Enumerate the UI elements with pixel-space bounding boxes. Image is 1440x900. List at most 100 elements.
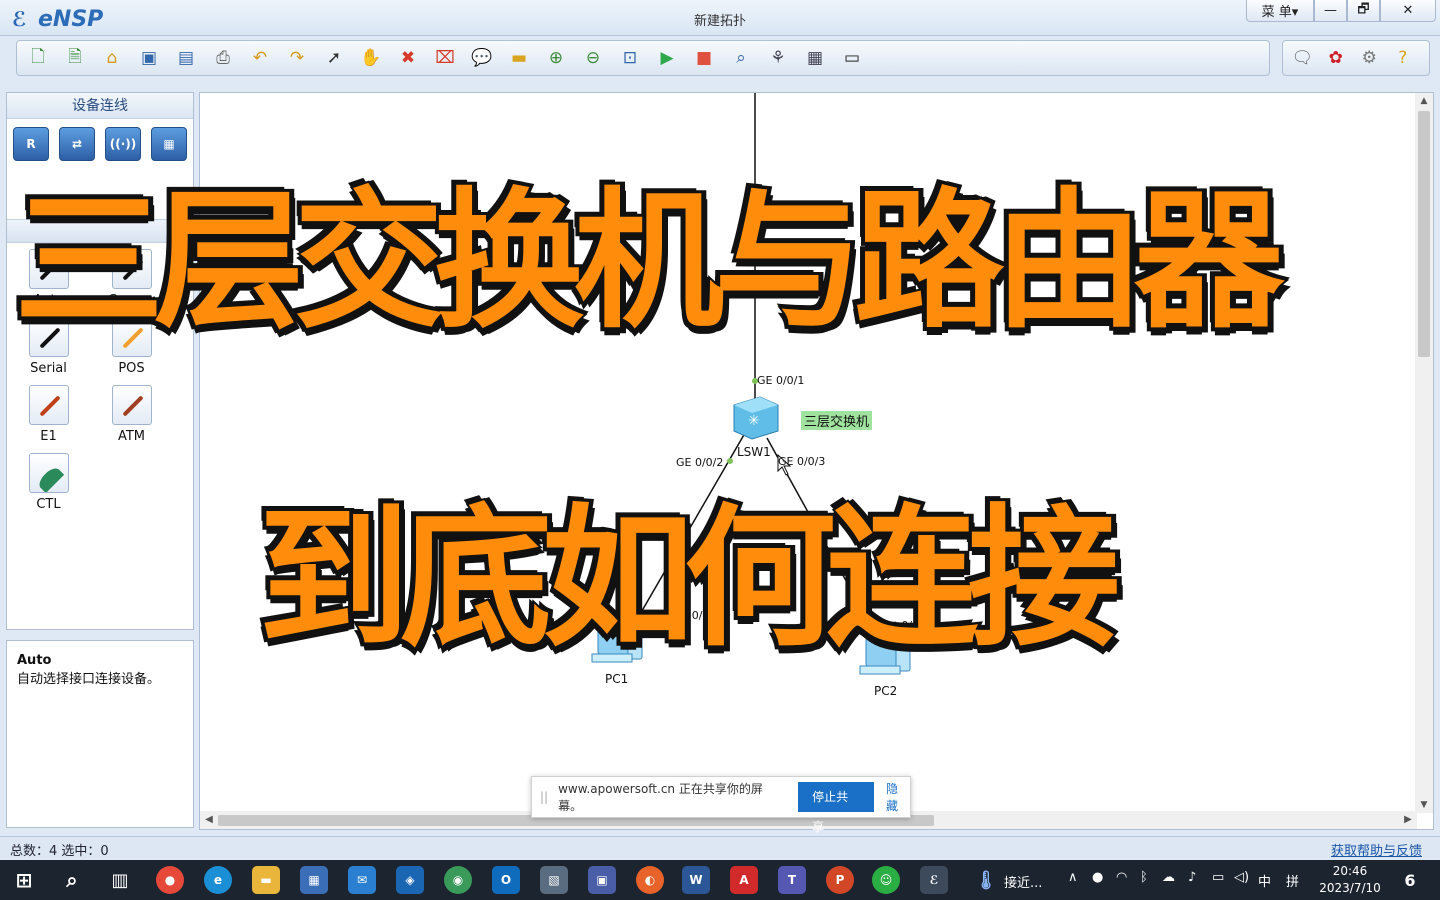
help-icon[interactable]: ? xyxy=(1390,44,1417,72)
fit-view-icon[interactable]: ⊡ xyxy=(615,44,645,72)
remote-icon[interactable]: ▣ xyxy=(588,866,616,894)
info-panel: Auto 自动选择接口连接设备。 xyxy=(6,640,194,828)
powerpoint-icon[interactable]: P xyxy=(826,866,854,894)
settings-icon[interactable]: ⚙ xyxy=(1356,44,1383,72)
capture-icon[interactable]: ⌕ xyxy=(726,44,756,72)
chat-icon[interactable]: 🗨 xyxy=(1289,44,1316,72)
delete-icon[interactable]: ✖ xyxy=(393,44,423,72)
ensp-window: ℰ eNSP 新建拓扑 菜 单▾ — 🗗 ✕ 🗋 🗎 ⌂ ▣ ▤ ⎙ ↶ ↷ ➚… xyxy=(0,0,1440,900)
chrome-icon[interactable]: ● xyxy=(156,866,184,894)
ime-indicator[interactable]: 中 xyxy=(1258,871,1271,890)
volume-icon[interactable]: ◁) xyxy=(1234,870,1249,885)
undo-icon[interactable]: ↶ xyxy=(245,44,275,72)
task-view-icon[interactable]: ▥ xyxy=(106,866,134,894)
delete-link-icon[interactable]: ⌧ xyxy=(430,44,460,72)
outlook-icon[interactable]: O xyxy=(492,866,520,894)
right-toolbar: 🗨 ✿ ⚙ ? xyxy=(1282,40,1430,76)
new-blank-icon[interactable]: 🗎 xyxy=(60,44,90,72)
cable-e1[interactable]: E1 xyxy=(7,385,90,445)
zoom-out-icon[interactable]: ⊖ xyxy=(578,44,608,72)
firefox-icon[interactable]: ◐ xyxy=(636,866,664,894)
start-icon[interactable]: ▶ xyxy=(652,44,682,72)
acrobat-icon[interactable]: A xyxy=(730,866,758,894)
edge-icon[interactable]: e xyxy=(204,866,232,894)
xbox-icon[interactable]: ◉ xyxy=(444,866,472,894)
scroll-up-icon[interactable]: ▲ xyxy=(1415,93,1433,109)
share-message: www.apowersoft.cn 正在共享你的屏幕。 xyxy=(558,782,763,813)
scroll-right-icon[interactable]: ▶ xyxy=(1399,811,1417,829)
windows-taskbar: ⊞ ⌕ ▥ ● e ▬ ▦ ✉ ◈ ◉ O ▧ ▣ ◐ W A T P ☺ ℰ … xyxy=(0,860,1440,900)
clock-date: 2023/7/10 xyxy=(1319,881,1381,895)
new-topology-icon[interactable]: 🗋 xyxy=(23,44,53,72)
wifi-icon[interactable]: ◠ xyxy=(1116,870,1127,885)
stop-sharing-button[interactable]: 停止共享 xyxy=(798,782,875,834)
minimize-button[interactable]: — xyxy=(1314,0,1347,22)
switch-lsw1-icon: ✳ xyxy=(733,396,779,440)
store-icon[interactable]: ▦ xyxy=(300,866,328,894)
main-toolbar: 🗋 🗎 ⌂ ▣ ▤ ⎙ ↶ ↷ ➚ ✋ ✖ ⌧ 💬 ▬ ⊕ ⊖ ⊡ ▶ ■ ⌕ … xyxy=(16,40,1270,76)
word-icon[interactable]: W xyxy=(682,866,710,894)
window-title: 新建拓扑 xyxy=(693,14,746,29)
menu-button[interactable]: 菜 单▾ xyxy=(1246,0,1314,22)
weather-text[interactable]: 接近... xyxy=(1004,872,1042,891)
cli-icon[interactable]: ▭ xyxy=(837,44,867,72)
redo-icon[interactable]: ↷ xyxy=(282,44,312,72)
info-title: Auto xyxy=(17,653,52,668)
vertical-scroll-thumb[interactable] xyxy=(1418,111,1430,357)
vertical-scrollbar[interactable]: ▲ ▼ xyxy=(1415,93,1433,813)
save-as-icon[interactable]: ▤ xyxy=(171,44,201,72)
scroll-down-icon[interactable]: ▼ xyxy=(1415,797,1433,813)
teams-icon[interactable]: T xyxy=(778,866,806,894)
cloud-icon[interactable]: ☁ xyxy=(1162,870,1175,885)
system-clock[interactable]: 20:46 2023/7/10 xyxy=(1316,863,1384,897)
wechat-tray-icon[interactable]: ● xyxy=(1092,870,1103,885)
scroll-left-icon[interactable]: ◀ xyxy=(200,811,218,829)
print-icon[interactable]: ⎙ xyxy=(208,44,238,72)
cable-label: POS xyxy=(118,361,145,376)
maximize-button[interactable]: 🗗 xyxy=(1347,0,1380,22)
open-icon[interactable]: ⌂ xyxy=(97,44,127,72)
ensp-taskbar-icon[interactable]: ℰ xyxy=(920,866,948,894)
add-rect-icon[interactable]: ▬ xyxy=(504,44,534,72)
search-icon[interactable]: ⌕ xyxy=(58,866,86,894)
zoom-in-icon[interactable]: ⊕ xyxy=(541,44,571,72)
ime-mode[interactable]: 拼 xyxy=(1286,871,1299,890)
save-icon[interactable]: ▣ xyxy=(134,44,164,72)
switch-description-tag[interactable]: 三层交换机 xyxy=(801,411,873,430)
hide-button[interactable]: 隐藏 xyxy=(886,780,910,814)
stop-icon[interactable]: ■ xyxy=(689,44,719,72)
bluetooth-icon[interactable]: ᛒ xyxy=(1140,870,1148,885)
tray-chevron-icon[interactable]: ∧ xyxy=(1068,870,1078,885)
close-button[interactable]: ✕ xyxy=(1380,0,1436,22)
help-feedback-link[interactable]: 获取帮助与反馈 xyxy=(1331,840,1422,859)
grid-icon[interactable]: ▦ xyxy=(800,44,830,72)
mic-icon[interactable]: ♪ xyxy=(1188,870,1196,885)
cable-label: ATM xyxy=(117,429,146,444)
select-icon[interactable]: ➚ xyxy=(319,44,349,72)
e1-cable-icon xyxy=(28,385,69,425)
add-note-icon[interactable]: 💬 xyxy=(467,44,497,72)
wechat-icon[interactable]: ☺ xyxy=(872,866,900,894)
notification-count: 6 xyxy=(1404,870,1416,890)
huawei-icon[interactable]: ✿ xyxy=(1323,44,1350,72)
cable-label: E1 xyxy=(40,429,57,444)
notification-icon[interactable]: 6 xyxy=(1396,866,1424,894)
mail-icon[interactable]: ✉ xyxy=(348,866,376,894)
weather-icon[interactable]: 🌡 xyxy=(972,866,1000,894)
atm-cable-icon xyxy=(111,385,152,425)
pc2-label[interactable]: PC2 xyxy=(874,684,897,698)
topology-icon[interactable]: ⚘ xyxy=(763,44,793,72)
windows-start-icon[interactable]: ⊞ xyxy=(10,866,38,894)
security-icon[interactable]: ◈ xyxy=(396,866,424,894)
cable-label: Serial xyxy=(30,361,67,376)
info-description: 自动选择接口连接设备。 xyxy=(17,672,161,687)
file-explorer-icon[interactable]: ▬ xyxy=(252,866,280,894)
drag-handle-icon[interactable]: || xyxy=(540,790,548,804)
photos-icon[interactable]: ▧ xyxy=(540,866,568,894)
pan-hand-icon[interactable]: ✋ xyxy=(356,44,386,72)
port-label-up: GE 0/0/1 xyxy=(757,374,805,387)
cable-ctl[interactable]: CTL xyxy=(7,453,90,513)
battery-icon[interactable]: ▭ xyxy=(1212,870,1224,885)
cable-atm[interactable]: ATM xyxy=(90,385,173,445)
screen-share-bar: || www.apowersoft.cn 正在共享你的屏幕。 停止共享 隐藏 xyxy=(531,776,911,834)
